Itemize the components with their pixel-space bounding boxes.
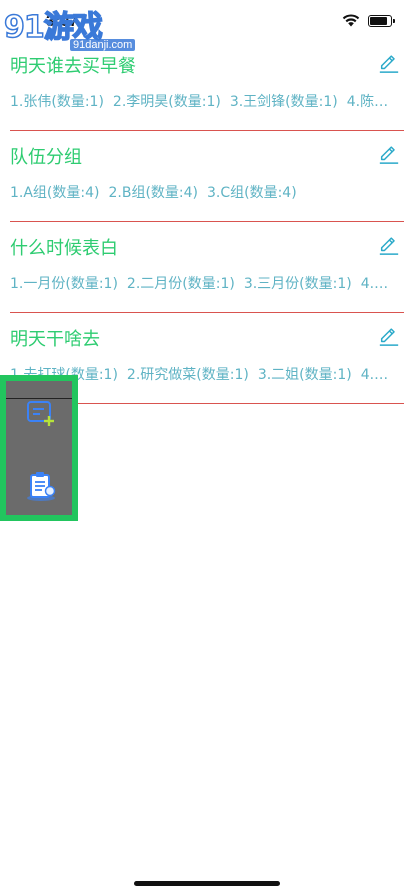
option-text: 1.A组(数量:4) [10,185,100,201]
option-text: 1.张伟(数量:1) [10,94,104,110]
option-text: 2.二月份(数量:1) [126,276,235,292]
option-text: 4.… [360,276,389,292]
home-indicator[interactable] [134,881,280,886]
add-list-icon[interactable] [24,397,58,431]
list-item-options: 1.一月份(数量:1) 2.二月份(数量:1) 3.三月份(数量:1) 4.… [10,273,394,293]
option-text: 3.王剑锋(数量:1) [229,94,338,110]
edit-icon[interactable] [378,52,400,74]
list-item[interactable]: 什么时候表白 1.一月份(数量:1) 2.二月份(数量:1) 3.三月份(数量:1)… [10,222,404,313]
option-text: 3.C组(数量:4) [207,185,297,201]
battery-icon [368,14,395,27]
wifi-icon [342,14,360,27]
option-text: 4.… [360,367,389,383]
list-item[interactable]: 明天谁去买早餐 1.张伟(数量:1) 2.李明昊(数量:1) 3.王剑锋(数量:1)… [10,40,404,131]
list-item-title: 队伍分组 [10,147,82,168]
floating-action-panel [0,375,78,521]
option-text: 2.研究做菜(数量:1) [126,367,249,383]
lottery-list: 明天谁去买早餐 1.张伟(数量:1) 2.李明昊(数量:1) 3.王剑锋(数量:1)… [0,40,414,404]
list-item[interactable]: 队伍分组 1.A组(数量:4) 2.B组(数量:4) 3.C组(数量:4) [10,131,404,222]
edit-icon[interactable] [378,325,400,347]
list-item-title: 明天谁去买早餐 [10,56,136,77]
status-icons [342,14,395,27]
list-item-options: 1.A组(数量:4) 2.B组(数量:4) 3.C组(数量:4) [10,182,394,202]
list-item-title: 什么时候表白 [10,238,118,259]
option-text: 4.陈… [346,94,389,110]
option-text: 3.二姐(数量:1) [257,367,352,383]
option-text: 3.三月份(数量:1) [243,276,352,292]
floating-panel-body [6,381,72,515]
option-text: 1.一月份(数量:1) [10,276,118,292]
option-text: 2.B组(数量:4) [108,185,198,201]
clipboard-icon[interactable] [24,469,58,503]
list-item-options: 1.张伟(数量:1) 2.李明昊(数量:1) 3.王剑锋(数量:1) 4.陈… [10,91,394,111]
list-item-title: 明天干啥去 [10,329,100,350]
edit-icon[interactable] [378,143,400,165]
edit-icon[interactable] [378,234,400,256]
option-text: 2.李明昊(数量:1) [112,94,221,110]
